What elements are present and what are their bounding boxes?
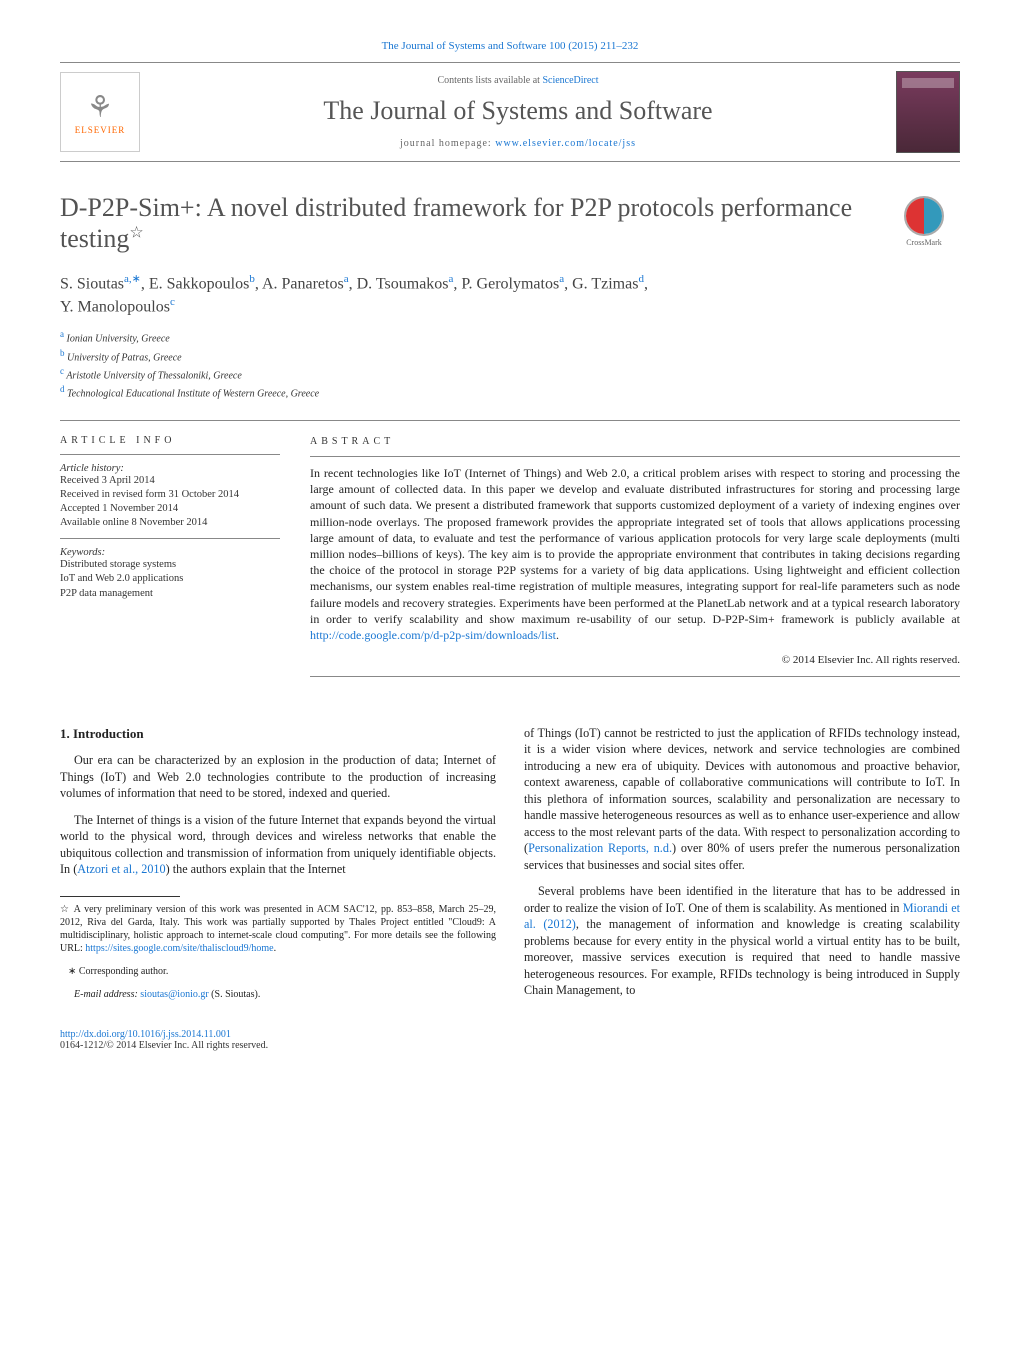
contents-available: Contents lists available at ScienceDirec… (160, 75, 876, 86)
sciencedirect-link[interactable]: ScienceDirect (542, 75, 598, 86)
abstract-text: In recent technologies like IoT (Interne… (310, 465, 960, 643)
intro-paragraph-2: The Internet of things is a vision of th… (60, 812, 496, 878)
crossmark-badge[interactable]: CrossMark (888, 196, 960, 247)
article-info: ARTICLE INFO Article history: Received 3… (60, 435, 280, 685)
intro-paragraph-1: Our era can be characterized by an explo… (60, 752, 496, 801)
title-footnote-marker: ☆ (129, 225, 143, 242)
journal-cover-thumbnail (896, 71, 960, 153)
tree-icon: ⚘ (87, 90, 114, 125)
intro-paragraph-3: Several problems have been identified in… (524, 883, 960, 998)
footnotes: ☆ A very preliminary version of this wor… (60, 903, 496, 1001)
affiliations: a Ionian University, Greece b University… (60, 328, 960, 401)
section-heading-intro: 1. Introduction (60, 725, 496, 743)
citation-link[interactable]: Atzori et al., 2010 (77, 862, 165, 876)
article-body: 1. Introduction Our era can be character… (60, 725, 960, 1011)
journal-title: The Journal of Systems and Software (160, 96, 876, 126)
email-link[interactable]: sioutas@ionio.gr (140, 989, 208, 1000)
crossmark-icon (904, 196, 944, 236)
masthead: ⚘ ELSEVIER Contents lists available at S… (60, 62, 960, 162)
homepage-link[interactable]: www.elsevier.com/locate/jss (495, 138, 636, 149)
doi-link[interactable]: http://dx.doi.org/10.1016/j.jss.2014.11.… (60, 1029, 231, 1040)
abstract-download-link[interactable]: http://code.google.com/p/d-p2p-sim/downl… (310, 628, 556, 642)
doi-block: http://dx.doi.org/10.1016/j.jss.2014.11.… (60, 1029, 960, 1051)
star-footnote-marker: ☆ (60, 904, 70, 915)
journal-citation: The Journal of Systems and Software 100 … (60, 40, 960, 52)
author-list: S. Sioutasa,∗, E. Sakkopoulosb, A. Panar… (60, 272, 960, 318)
journal-homepage: journal homepage: www.elsevier.com/locat… (160, 138, 876, 149)
elsevier-logo: ⚘ ELSEVIER (60, 72, 140, 152)
citation-link[interactable]: Personalization Reports, n.d. (528, 841, 672, 855)
abstract-copyright: © 2014 Elsevier Inc. All rights reserved… (310, 653, 960, 668)
intro-paragraph-2-cont: of Things (IoT) cannot be restricted to … (524, 725, 960, 873)
article-title: D-P2P-Sim+: A novel distributed framewor… (60, 192, 960, 254)
thales-url-link[interactable]: https://sites.google.com/site/thalisclou… (85, 943, 273, 954)
abstract: ABSTRACT In recent technologies like IoT… (310, 435, 960, 685)
